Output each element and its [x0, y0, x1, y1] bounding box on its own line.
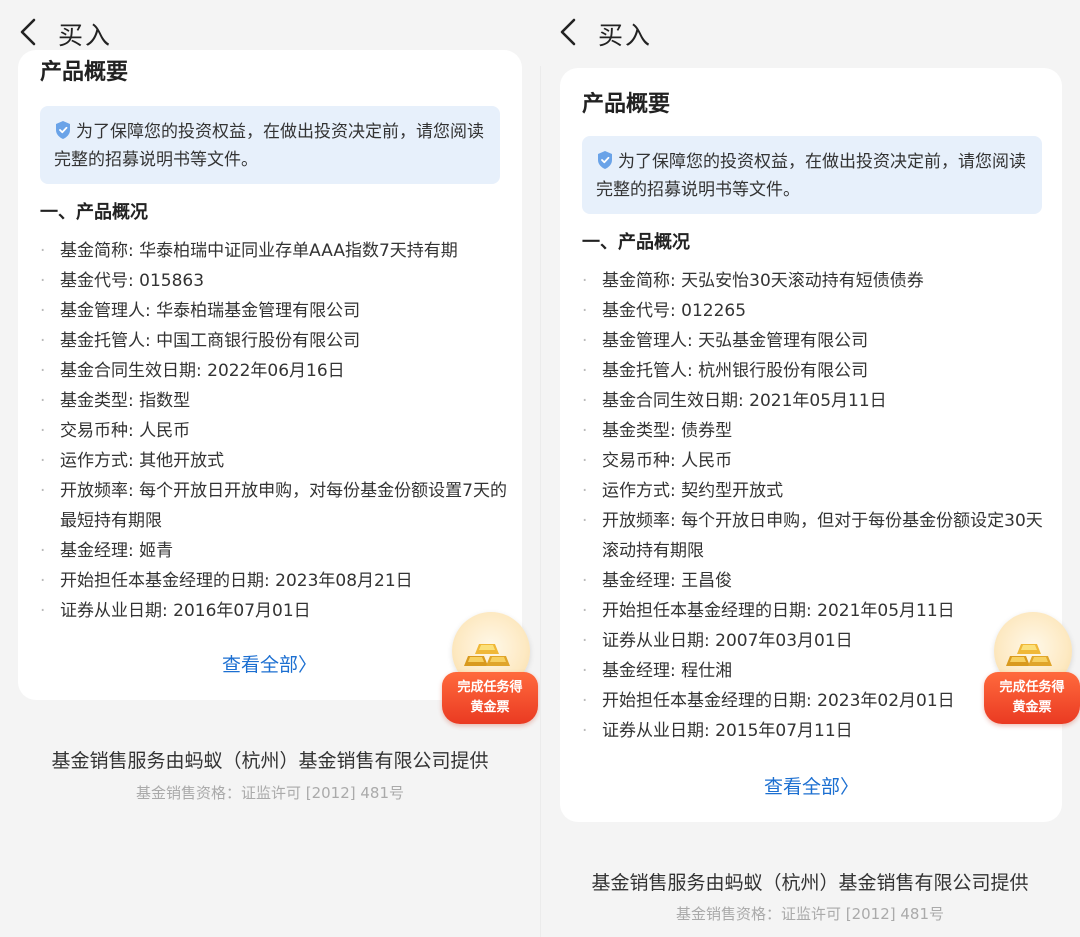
- badge-line1: 完成任务得: [457, 680, 523, 695]
- right-screen: 买入 产品概要 为了保障您的投资权益，在做出投资决定前，请您阅读完整的招募说明书…: [540, 0, 1080, 937]
- section-title: 一、产品概况: [582, 232, 690, 253]
- notice-text: 为了保障您的投资权益，在做出投资决定前，请您阅读完整的招募说明书等文件。: [54, 122, 484, 170]
- list-item: 开放频率: 每个开放日开放申购，对每份基金份额设置7天的最短持有期限: [40, 476, 510, 536]
- badge-line2: 黄金票: [470, 700, 510, 715]
- list-item: 基金代号: 012265: [582, 296, 1052, 326]
- top-bar: 买入: [540, 0, 1080, 66]
- list-item: 基金管理人: 华泰柏瑞基金管理有限公司: [40, 296, 510, 326]
- product-summary-card: 产品概要 为了保障您的投资权益，在做出投资决定前，请您阅读完整的招募说明书等文件…: [18, 50, 522, 700]
- list-item: 交易币种: 人民币: [582, 446, 1052, 476]
- list-item: 基金经理: 王昌俊: [582, 566, 1052, 596]
- task-reward-badge[interactable]: 完成任务得 黄金票: [440, 612, 540, 728]
- list-item: 基金代号: 015863: [40, 266, 510, 296]
- list-item: 基金托管人: 杭州银行股份有限公司: [582, 356, 1052, 386]
- footer-provider-text: 基金销售服务由蚂蚁（杭州）基金销售有限公司提供: [591, 872, 1029, 894]
- badge-label: 完成任务得 黄金票: [984, 672, 1080, 724]
- list-item: 基金合同生效日期: 2021年05月11日: [582, 386, 1052, 416]
- list-item: 基金类型: 债券型: [582, 416, 1052, 446]
- footer-license-text: 基金销售资格：证监许可 [2012] 481号: [675, 905, 945, 923]
- list-item: 开始担任本基金经理的日期: 2023年08月21日: [40, 566, 510, 596]
- view-all-link[interactable]: 查看全部〉: [222, 650, 317, 677]
- list-item: 基金合同生效日期: 2022年06月16日: [40, 356, 510, 386]
- back-arrow-icon: [20, 18, 36, 46]
- left-screen: 买入 产品概要 为了保障您的投资权益，在做出投资决定前，请您阅读完整的招募说明书…: [0, 0, 540, 937]
- footer-provider-text: 基金销售服务由蚂蚁（杭州）基金销售有限公司提供: [51, 750, 489, 772]
- shield-icon: [598, 151, 612, 169]
- list-item: 基金经理: 姬青: [40, 536, 510, 566]
- footer-license-text: 基金销售资格：证监许可 [2012] 481号: [135, 784, 405, 802]
- fund-info-list: 基金简称: 华泰柏瑞中证同业存单AAA指数7天持有期 基金代号: 015863 …: [40, 236, 510, 626]
- gold-bars-icon: [464, 644, 510, 666]
- shield-icon: [56, 121, 70, 139]
- view-all-link[interactable]: 查看全部〉: [764, 772, 859, 799]
- badge-line2: 黄金票: [1012, 700, 1052, 715]
- risk-notice: 为了保障您的投资权益，在做出投资决定前，请您阅读完整的招募说明书等文件。: [40, 106, 500, 184]
- card-title: 产品概要: [582, 92, 671, 117]
- section-title: 一、产品概况: [40, 202, 148, 223]
- list-item: 基金管理人: 天弘基金管理有限公司: [582, 326, 1052, 356]
- notice-text: 为了保障您的投资权益，在做出投资决定前，请您阅读完整的招募说明书等文件。: [596, 152, 1026, 200]
- badge-line1: 完成任务得: [999, 680, 1065, 695]
- list-item: 运作方式: 契约型开放式: [582, 476, 1052, 506]
- gold-bars-icon: [1006, 644, 1052, 666]
- list-item: 开放频率: 每个开放日申购，但对于每份基金份额设定30天滚动持有期限: [582, 506, 1052, 566]
- list-item: 交易币种: 人民币: [40, 416, 510, 446]
- list-item: 基金托管人: 中国工商银行股份有限公司: [40, 326, 510, 356]
- list-item: 运作方式: 其他开放式: [40, 446, 510, 476]
- back-button[interactable]: [14, 14, 44, 50]
- page-title: 买入: [58, 21, 113, 50]
- task-reward-badge[interactable]: 完成任务得 黄金票: [982, 612, 1080, 728]
- list-item: 基金简称: 华泰柏瑞中证同业存单AAA指数7天持有期: [40, 236, 510, 266]
- card-title: 产品概要: [40, 60, 129, 85]
- back-button[interactable]: [554, 14, 584, 50]
- back-arrow-icon: [560, 18, 576, 46]
- list-item: 基金简称: 天弘安怡30天滚动持有短债债券: [582, 266, 1052, 296]
- badge-label: 完成任务得 黄金票: [442, 672, 538, 724]
- risk-notice: 为了保障您的投资权益，在做出投资决定前，请您阅读完整的招募说明书等文件。: [582, 136, 1042, 214]
- page-title: 买入: [598, 21, 653, 50]
- list-item: 基金类型: 指数型: [40, 386, 510, 416]
